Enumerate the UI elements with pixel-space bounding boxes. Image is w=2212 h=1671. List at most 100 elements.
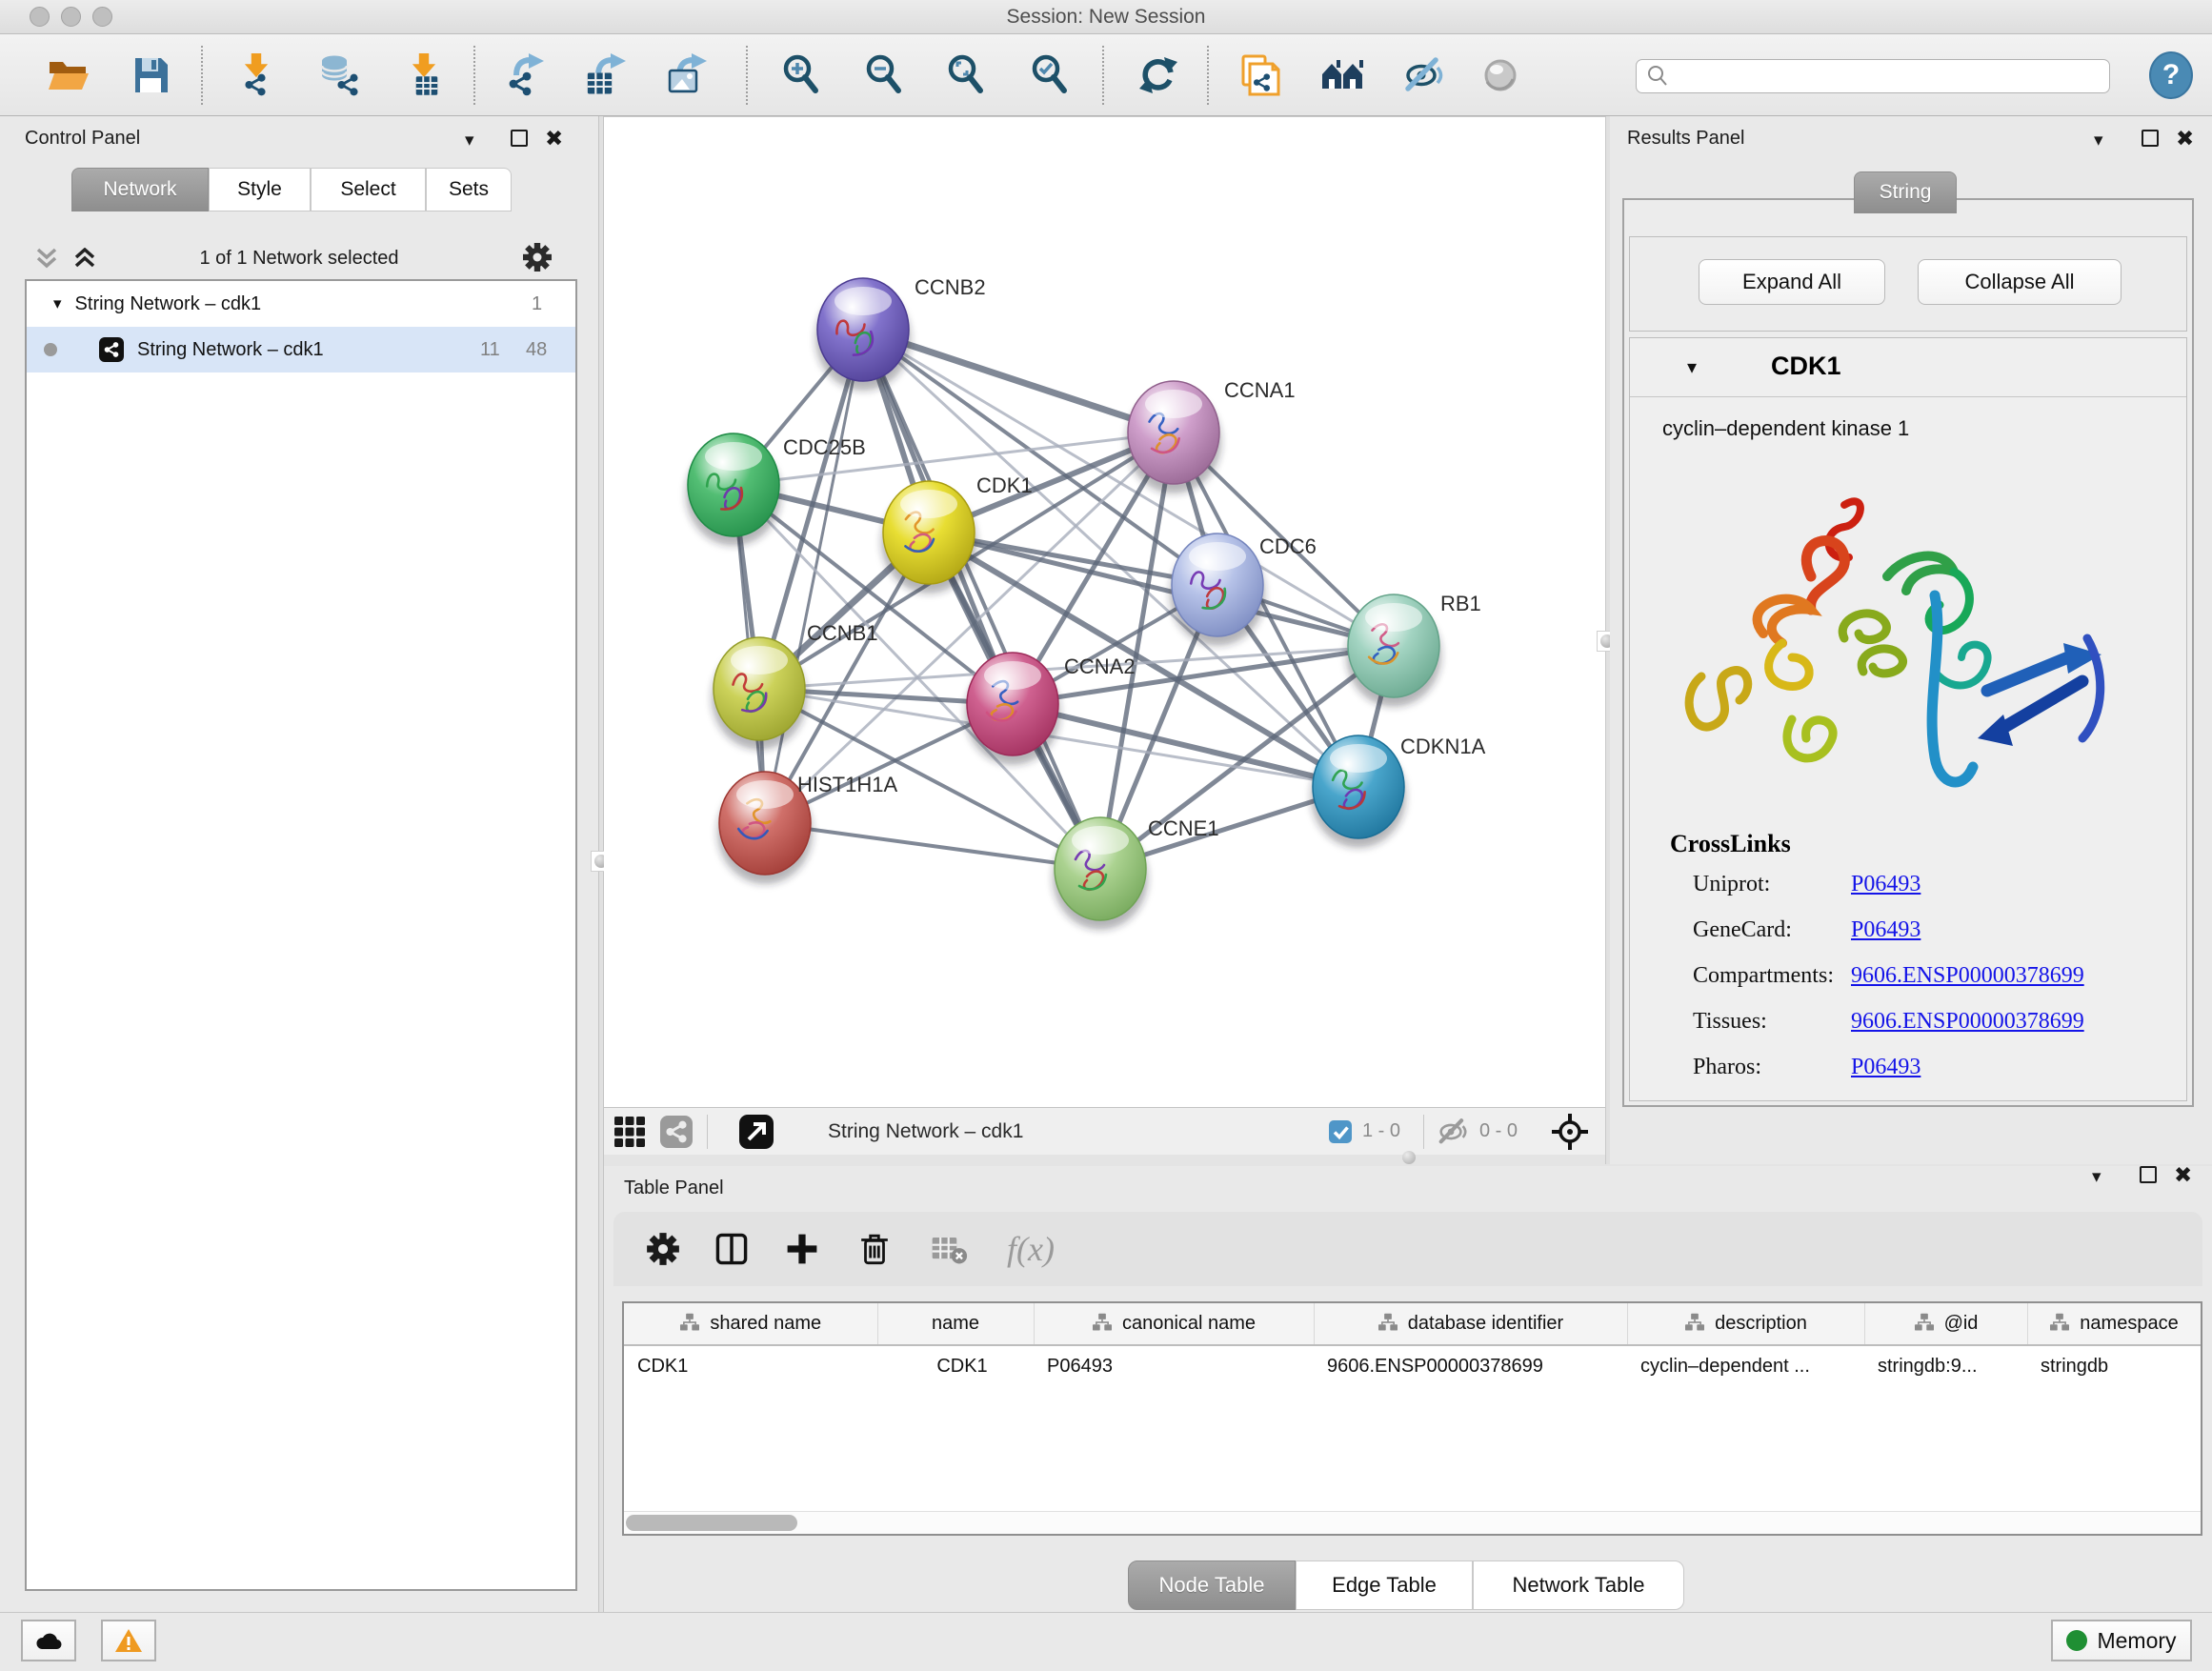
table-cell[interactable]: CDK1 (877, 1345, 1034, 1386)
column-header--id[interactable]: @id (1864, 1303, 2027, 1345)
birdseye-crosshair-icon[interactable] (1550, 1112, 1590, 1152)
network-node-CCNA2[interactable] (965, 653, 1060, 765)
import-network-file-icon[interactable] (233, 51, 281, 99)
export-network-icon[interactable] (501, 51, 549, 99)
panel-close-icon[interactable]: ✖ (545, 130, 563, 147)
table-row[interactable]: CDK1CDK1P064939606.ENSP00000378699cyclin… (624, 1345, 2201, 1386)
table-gear-icon[interactable] (646, 1232, 680, 1266)
zoom-in-icon[interactable] (778, 51, 826, 99)
table-cell[interactable]: stringdb:9... (1864, 1345, 2027, 1386)
column-header-database-identifier[interactable]: database identifier (1314, 1303, 1627, 1345)
scrollbar-thumb[interactable] (626, 1515, 797, 1531)
table-horizontal-scrollbar[interactable] (624, 1511, 2201, 1534)
crosslink-link[interactable]: 9606.ENSP00000378699 (1851, 1009, 2084, 1035)
panel-float-icon[interactable] (511, 130, 528, 147)
tab-edge-table[interactable]: Edge Table (1296, 1560, 1473, 1610)
cloud-button[interactable] (21, 1620, 76, 1661)
import-table-file-icon[interactable] (401, 51, 449, 99)
network-edge[interactable] (863, 330, 1100, 869)
table-cell[interactable]: P06493 (1034, 1345, 1314, 1386)
panel-menu-icon[interactable]: ▾ (465, 130, 474, 151)
column-header-description[interactable]: description (1627, 1303, 1864, 1345)
network-node-CCNB1[interactable] (712, 637, 807, 750)
column-header-canonical-name[interactable]: canonical name (1034, 1303, 1314, 1345)
panel-close-icon[interactable]: ✖ (2176, 130, 2194, 147)
table-cell[interactable]: stringdb (2027, 1345, 2201, 1386)
network-mode-icon[interactable] (659, 1115, 694, 1149)
network-node-CDKN1A[interactable] (1311, 735, 1406, 848)
zoom-out-icon[interactable] (861, 51, 909, 99)
panel-menu-icon[interactable]: ▾ (2094, 130, 2103, 151)
zoom-selected-icon[interactable] (1027, 51, 1075, 99)
refresh-icon[interactable] (1135, 51, 1182, 99)
crosslink-link[interactable]: 9606.ENSP00000378699 (1851, 963, 2084, 989)
help-button[interactable]: ? (2149, 51, 2193, 99)
protein-section-header[interactable]: ▾ CDK1 (1630, 338, 2186, 397)
show-columns-icon[interactable] (714, 1232, 749, 1266)
table-cell[interactable]: CDK1 (624, 1345, 877, 1386)
tab-node-table[interactable]: Node Table (1128, 1560, 1296, 1610)
save-session-icon[interactable] (127, 51, 174, 99)
network-row-selected[interactable]: String Network – cdk1 11 48 (27, 327, 575, 372)
collapse-all-button[interactable]: Collapse All (1918, 259, 2122, 305)
export-image-icon[interactable] (662, 51, 710, 99)
hide-selected-icon[interactable] (1401, 51, 1449, 99)
memory-button[interactable]: Memory (2051, 1620, 2192, 1661)
tab-network-table[interactable]: Network Table (1473, 1560, 1684, 1610)
show-grayed-eye-icon[interactable] (1477, 51, 1524, 99)
zoom-fit-icon[interactable] (943, 51, 991, 99)
hidden-node-edge-count: 0 - 0 (1479, 1120, 1518, 1142)
grid-mode-icon[interactable] (613, 1116, 646, 1148)
section-expand-icon[interactable]: ▾ (1687, 355, 1697, 379)
network-node-RB1[interactable] (1346, 594, 1441, 707)
selected-checkbox-icon[interactable] (1328, 1119, 1353, 1144)
import-network-database-icon[interactable] (316, 51, 364, 99)
show-all-networks-icon[interactable] (1319, 51, 1367, 99)
crosslink-link[interactable]: P06493 (1851, 872, 1920, 897)
hidden-eye-icon[interactable] (1438, 1116, 1470, 1148)
copy-network-icon[interactable] (1236, 51, 1283, 99)
column-header-namespace[interactable]: namespace (2027, 1303, 2201, 1345)
panel-close-icon[interactable]: ✖ (2174, 1166, 2192, 1183)
add-column-icon[interactable] (784, 1231, 820, 1267)
tab-select[interactable]: Select (311, 168, 426, 211)
collection-expand-icon[interactable]: ▾ (53, 294, 62, 313)
network-edge[interactable] (765, 823, 1100, 869)
network-canvas[interactable]: CCNB2CCNA1CDC25BCDK1CDC6RB1CCNB1CCNA2CDK… (604, 116, 1605, 1107)
network-node-CDC6[interactable] (1170, 534, 1265, 646)
function-builder-icon[interactable]: f(x) (1007, 1229, 1055, 1269)
tab-network[interactable]: Network (71, 168, 209, 211)
panel-menu-icon[interactable]: ▾ (2092, 1166, 2101, 1188)
network-edge[interactable] (929, 533, 1394, 646)
network-collection-row[interactable]: ▾ String Network – cdk1 1 (27, 281, 575, 327)
network-view-title: String Network – cdk1 (828, 1120, 1023, 1143)
export-table-icon[interactable] (581, 51, 629, 99)
crosslink-link[interactable]: P06493 (1851, 917, 1920, 943)
delete-table-icon[interactable] (930, 1230, 968, 1268)
tab-sets[interactable]: Sets (426, 168, 512, 211)
table-cell[interactable]: 9606.ENSP00000378699 (1314, 1345, 1627, 1386)
column-header-name[interactable]: name (877, 1303, 1034, 1345)
node-label: CDC6 (1259, 534, 1317, 558)
network-options-gear-icon[interactable] (522, 242, 553, 272)
tab-style[interactable]: Style (209, 168, 311, 211)
network-node-CDC25B[interactable] (686, 433, 781, 546)
network-node-CDK1[interactable] (881, 481, 976, 594)
panel-float-icon[interactable] (2140, 1166, 2157, 1183)
search-input[interactable] (1677, 66, 2109, 87)
delete-column-icon[interactable] (856, 1231, 893, 1267)
open-file-icon[interactable] (45, 51, 92, 99)
network-node-CCNE1[interactable] (1053, 817, 1148, 930)
table-cell[interactable]: cyclin–dependent ... (1627, 1345, 1864, 1386)
search-field[interactable] (1636, 59, 2110, 93)
tab-string[interactable]: String (1854, 171, 1957, 213)
expand-all-button[interactable]: Expand All (1699, 259, 1885, 305)
detach-view-icon[interactable] (738, 1114, 774, 1150)
warning-button[interactable] (101, 1620, 156, 1661)
crosslink-link[interactable]: P06493 (1851, 1055, 1920, 1080)
network-node-CCNB2[interactable] (815, 278, 911, 391)
splitter-handle[interactable] (1402, 1151, 1416, 1164)
column-header-shared-name[interactable]: shared name (624, 1303, 877, 1345)
network-node-CCNA1[interactable] (1126, 381, 1221, 493)
panel-float-icon[interactable] (2142, 130, 2159, 147)
